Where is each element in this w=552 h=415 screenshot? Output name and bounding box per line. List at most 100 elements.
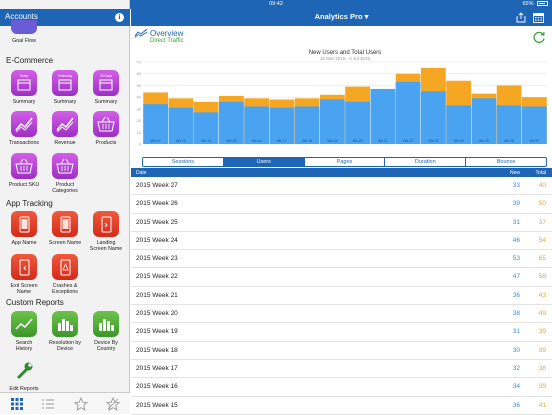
trend-icon [52,111,78,137]
table-row[interactable]: 2015 Week 20 38 49 [131,305,552,324]
tile-revenue[interactable]: Revenue [48,111,82,146]
info-icon[interactable]: i [115,13,124,22]
row-new: 30 [512,346,520,354]
tile-search-history[interactable]: Search History [7,311,41,353]
tile-label: Device By Country [94,340,118,353]
star-settings-icon[interactable] [106,397,120,411]
tile-device-by-country[interactable]: Device By Country [89,311,123,353]
phone-icon [11,254,37,280]
basket-icon [93,111,119,137]
segment-duration[interactable]: Duration [385,158,467,166]
tile-app-name[interactable]: App Name [7,211,41,246]
segment-pages[interactable]: Pages [305,158,386,166]
segment-users[interactable]: Users [223,158,305,166]
table-row[interactable]: 2015 Week 27 33 40 [131,177,552,196]
bar-new [370,88,396,144]
overview-segment: Direct Traffic [150,38,184,44]
tile-landing-screen-name[interactable]: Landing Screen Name [89,211,123,253]
table-row[interactable]: 2015 Week 25 31 37 [131,214,552,232]
grid-icon[interactable] [10,397,24,411]
table-row[interactable]: 2015 Week 16 34 39 [131,378,552,397]
row-week: 2015 Week 17 [136,364,178,372]
x-tick-label: Wk 24 [454,139,464,143]
table-row[interactable]: 2015 Week 18 30 39 [131,342,552,360]
calendar-icon: Today [11,70,37,96]
y-tick-label: 40 [137,95,142,100]
tile-label: Transactions [8,140,40,146]
tile-label: Exit Screen Name [10,283,38,296]
section-app-tracking: App Tracking [6,199,53,208]
x-tick-label: Wk 14 [201,139,211,143]
list-icon[interactable] [41,397,55,411]
row-week: 2015 Week 22 [136,273,178,281]
segment-sessions[interactable]: Sessions [143,158,224,166]
x-tick-label: Wk 15 [226,139,236,143]
row-week: 2015 Week 25 [136,218,178,226]
tile-screen-name[interactable]: Screen Name [48,211,82,246]
y-tick-label: 0 [139,142,142,147]
tile-label: Summary [94,99,118,105]
x-tick-label: Wk 25 [479,139,489,143]
users-bar-chart: New Users and Total Users15 Mar 2015 - 4… [137,50,547,147]
row-total: 49 [538,310,546,318]
row-new: 53 [512,255,520,263]
tile-label: App Name [11,240,37,246]
row-total: 54 [538,236,546,244]
tile-crashes-exceptions[interactable]: Crashes & Exceptions [48,254,82,296]
row-week: 2015 Week 15 [136,401,178,409]
bar-new [345,101,370,144]
refresh-icon[interactable] [532,30,546,44]
bar-new [471,98,497,144]
basket-icon [11,153,37,179]
x-tick-label: Wk 13 [176,139,186,143]
tile-summary-30-days[interactable]: 30 Days Summary [89,70,123,105]
tile-products[interactable]: Products [89,111,123,146]
tile-label: Search History [15,340,33,353]
row-new: 39 [512,200,520,208]
calendar-icon[interactable] [533,12,544,23]
table-row[interactable]: 2015 Week 26 39 50 [131,195,552,214]
row-total: 39 [538,328,546,336]
tile-resolution-by-device[interactable]: Resolution by Device [48,311,82,353]
table-row[interactable]: 2015 Week 15 36 41 [131,397,552,415]
x-tick-label: Wk 20 [353,139,363,143]
table-row[interactable]: 2015 Week 19 31 39 [131,323,552,342]
x-tick-label: Wk 23 [428,139,438,143]
tile-product-sku[interactable]: Product SKU [7,153,41,188]
share-icon[interactable] [516,12,526,23]
tile-summary-yesterday[interactable]: Yesterday Summary [48,70,82,105]
row-new: 47 [512,273,520,281]
row-total: 40 [538,182,546,189]
section-custom-reports: Custom Reports [6,298,64,307]
table-row[interactable]: 2015 Week 17 32 38 [131,360,552,379]
row-total: 58 [538,273,546,281]
chart-subtitle: 15 Mar 2015 - 4 Jul 2015 [320,56,371,61]
row-total: 50 [538,200,546,208]
tile-summary-today[interactable]: Today Summary [7,70,41,105]
tile-transactions[interactable]: Transactions [7,111,41,146]
tile-exit-screen-name[interactable]: Exit Screen Name [7,254,41,296]
goal-flow-tile[interactable]: Goal Flow [7,20,41,44]
row-new: 36 [512,291,520,299]
table-row[interactable]: 2015 Week 23 53 65 [131,250,552,269]
main-header: Analytics Pro ▾ [131,9,552,26]
x-tick-label: Wk 12 [151,139,161,143]
y-tick-label: 50 [137,83,142,88]
column-date: Date [136,170,147,176]
table-row[interactable]: 2015 Week 24 46 54 [131,232,552,251]
row-new: 46 [512,236,520,244]
tile-product-categories[interactable]: Product Categories [48,153,82,195]
bars-icon [93,311,119,337]
calendar-icon: 30 Days [93,70,119,96]
table-row[interactable]: 2015 Week 21 36 43 [131,287,552,306]
star-icon[interactable] [74,397,88,411]
edit-reports-button[interactable]: Edit Reports [7,357,41,392]
bars-icon [52,311,78,337]
segment-bounce[interactable]: Bounce [466,158,546,166]
tile-label: Summary [53,99,77,105]
bar-new [421,91,446,144]
app-title-dropdown[interactable]: Analytics Pro ▾ [131,12,552,21]
table-row[interactable]: 2015 Week 22 47 58 [131,268,552,287]
row-week: 2015 Week 20 [136,310,178,318]
battery-icon [537,1,548,7]
